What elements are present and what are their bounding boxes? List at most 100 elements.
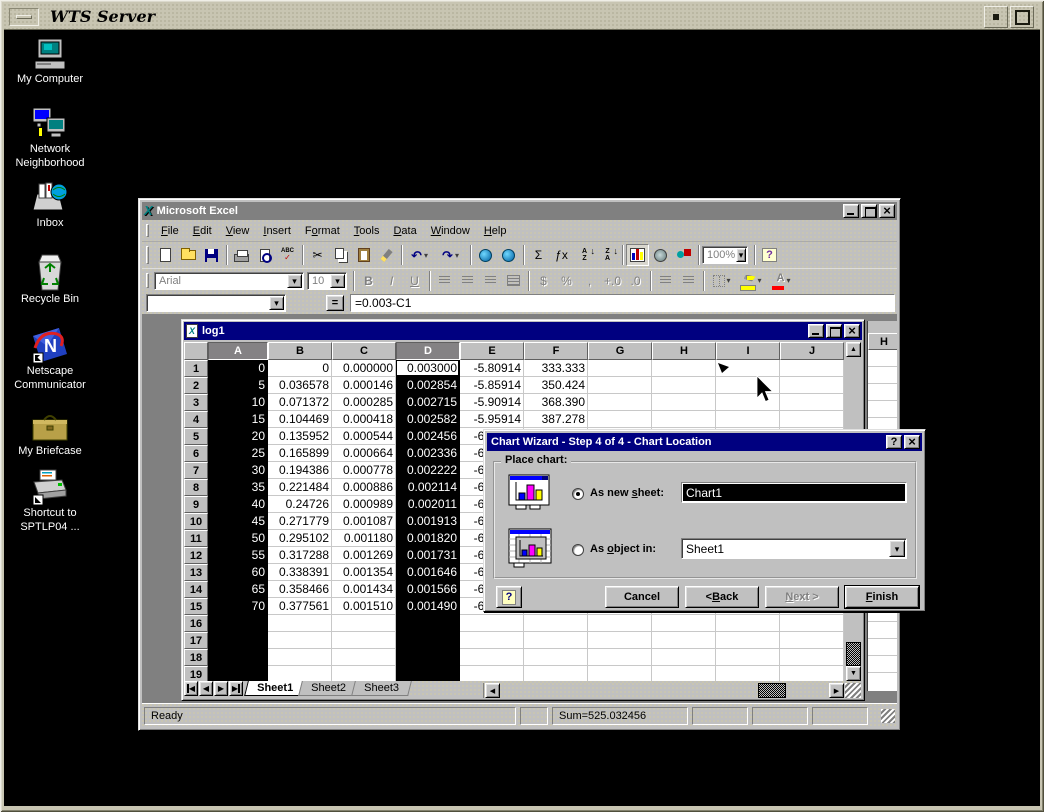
cell-B13[interactable]: 0.338391 [268,564,332,581]
cell-D17[interactable] [396,632,460,649]
row-header-6[interactable]: 6 [184,445,208,462]
menu-window[interactable]: Window [424,222,477,240]
cell-D6[interactable]: 0.002336 [396,445,460,462]
scroll-right-icon[interactable] [829,683,844,698]
cell-B11[interactable]: 0.295102 [268,530,332,547]
row-header-8[interactable]: 8 [184,479,208,496]
save-button[interactable] [200,244,223,266]
cell-C12[interactable]: 0.001269 [332,547,396,564]
cell-G19[interactable] [588,666,652,681]
formula-input[interactable]: =0.003-C1 [350,294,895,312]
row-header-18[interactable]: 18 [184,649,208,666]
row-header-12[interactable]: 12 [184,547,208,564]
column-header-i[interactable]: I [716,342,780,360]
cell-A13[interactable]: 60 [208,564,268,581]
status-resize-grip[interactable] [881,709,895,723]
cell-E17[interactable] [460,632,524,649]
cell-C18[interactable] [332,649,396,666]
cell-B3[interactable]: 0.071372 [268,394,332,411]
row-header-5[interactable]: 5 [184,428,208,445]
name-box[interactable] [146,294,286,312]
cell-C4[interactable]: 0.000418 [332,411,396,428]
font-size-select[interactable]: 10 [307,272,347,290]
column-header-c[interactable]: C [332,342,396,360]
cell-A17[interactable] [208,632,268,649]
cell-D4[interactable]: 0.002582 [396,411,460,428]
cell-B1[interactable]: 0 [268,360,332,377]
cell-C3[interactable]: 0.000285 [332,394,396,411]
cell-I17[interactable] [716,632,780,649]
back-button[interactable]: < Back [685,586,759,608]
select-all-corner[interactable] [184,342,208,360]
desktop-icon-shortcut-sptlp04[interactable]: Shortcut to SPTLP04 ... [6,466,94,534]
cell-D12[interactable]: 0.001731 [396,547,460,564]
cell-J19[interactable] [780,666,844,681]
row-header-14[interactable]: 14 [184,581,208,598]
drawing-button[interactable] [672,244,695,266]
cell-D3[interactable]: 0.002715 [396,394,460,411]
decrease-decimal-button[interactable]: .0 [624,270,647,292]
workbook-close-button[interactable] [844,324,860,338]
cell-C5[interactable]: 0.000544 [332,428,396,445]
cell-A3[interactable]: 10 [208,394,268,411]
cell-C13[interactable]: 0.001354 [332,564,396,581]
toolbar-grip[interactable] [146,224,149,237]
desktop-icon-network-neighborhood[interactable]: Network Neighborhood [6,106,94,170]
cell-G16[interactable] [588,615,652,632]
cell-C9[interactable]: 0.000989 [332,496,396,513]
cell-F19[interactable] [524,666,588,681]
cell-E2[interactable]: -5.85914 [460,377,524,394]
cell-A4[interactable]: 15 [208,411,268,428]
tab-sheet1[interactable]: Sheet1 [244,681,306,696]
excel-minimize-button[interactable] [843,204,859,218]
increase-decimal-button[interactable]: +.0 [601,270,624,292]
row-header-19[interactable]: 19 [184,666,208,681]
cell-D16[interactable] [396,615,460,632]
dialog-titlebar[interactable]: Chart Wizard - Step 4 of 4 - Chart Locat… [487,433,922,451]
cell-B12[interactable]: 0.317288 [268,547,332,564]
horizontal-scroll-thumb[interactable] [758,683,786,698]
object-in-select[interactable]: Sheet1 [681,538,907,559]
cell-D11[interactable]: 0.001820 [396,530,460,547]
cell-J17[interactable] [780,632,844,649]
cell-D19[interactable] [396,666,460,681]
cell-F17[interactable] [524,632,588,649]
cell-A2[interactable]: 5 [208,377,268,394]
open-button[interactable] [177,244,200,266]
cell-B15[interactable]: 0.377561 [268,598,332,615]
zoom-select[interactable]: 100% [702,246,748,264]
cell-G1[interactable] [588,360,652,377]
first-sheet-button[interactable] [184,681,198,696]
cell-A1[interactable]: 0 [208,360,268,377]
font-name-select[interactable]: Arial [154,272,304,290]
column-header-b[interactable]: B [268,342,332,360]
office-assistant-button[interactable]: ? [758,244,781,266]
desktop[interactable]: My Computer Network Neighborhood [4,30,1040,806]
tab-sheet3[interactable]: Sheet3 [351,681,412,696]
column-header-e[interactable]: E [460,342,524,360]
redo-button[interactable]: ↷▾ [436,244,467,266]
as-object-in-radio[interactable] [572,544,584,556]
align-left-button[interactable] [433,270,456,292]
cell-B5[interactable]: 0.135952 [268,428,332,445]
column-header-f[interactable]: F [524,342,588,360]
bold-button[interactable]: B [357,270,380,292]
cell-H1[interactable] [652,360,716,377]
cell-G17[interactable] [588,632,652,649]
vertical-scroll-thumb[interactable] [846,642,861,666]
cell-B6[interactable]: 0.165899 [268,445,332,462]
last-sheet-button[interactable] [229,681,243,696]
toolbar-grip[interactable] [146,273,149,288]
cell-F2[interactable]: 350.424 [524,377,588,394]
workbook-titlebar[interactable]: X log1 [184,322,862,340]
cell-A12[interactable]: 55 [208,547,268,564]
as-new-sheet-radio[interactable] [572,488,584,500]
row-header-7[interactable]: 7 [184,462,208,479]
cell-F16[interactable] [524,615,588,632]
desktop-icon-netscape-communicator[interactable]: N Netscape Communicator [6,326,94,392]
maximize-button[interactable] [1010,6,1034,28]
cell-B2[interactable]: 0.036578 [268,377,332,394]
cell-I18[interactable] [716,649,780,666]
borders-button[interactable]: ▾ [707,270,738,292]
cell-D9[interactable]: 0.002011 [396,496,460,513]
